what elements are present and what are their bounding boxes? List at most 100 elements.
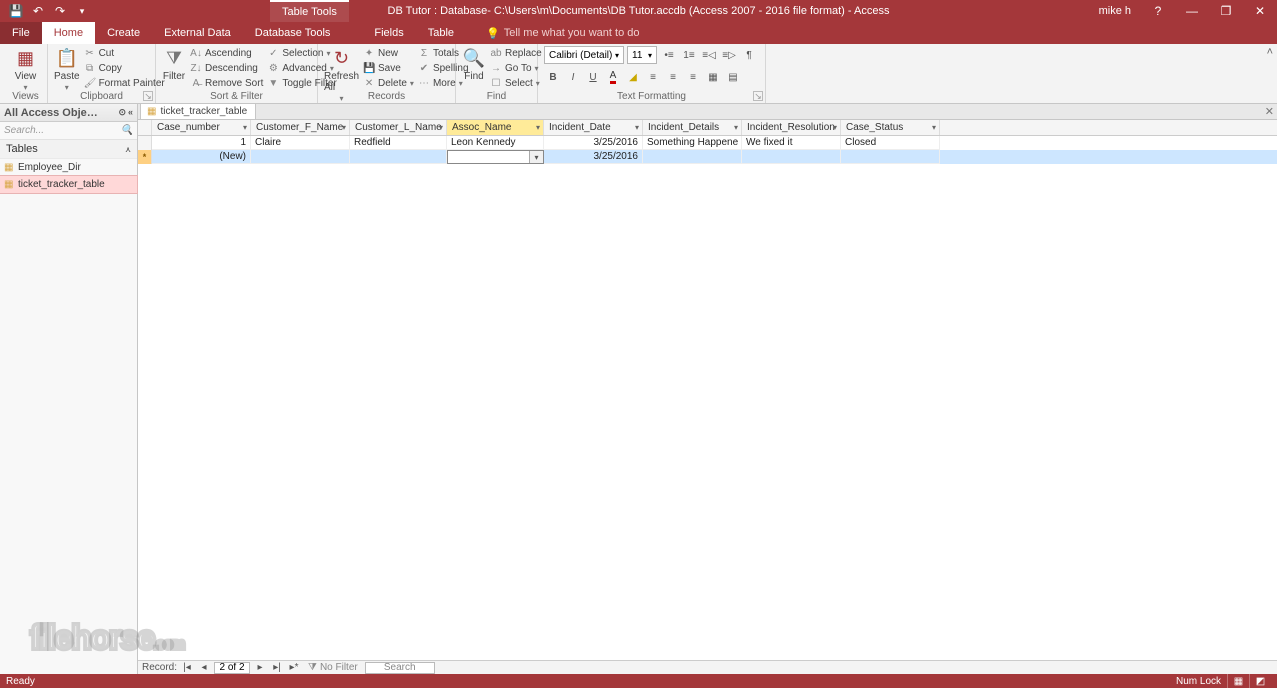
column-dropdown-icon[interactable]: ▾ <box>635 123 639 132</box>
clipboard-launcher-icon[interactable]: ↘ <box>143 91 153 101</box>
underline-button[interactable]: U <box>584 68 602 86</box>
nav-dropdown-icon[interactable]: ⊙ <box>118 107 126 118</box>
align-center-button[interactable]: ≡ <box>664 68 682 86</box>
col-case-number[interactable]: Case_number▾ <box>152 120 251 135</box>
paste-button[interactable]: 📋Paste▾ <box>54 46 80 92</box>
copy-button[interactable]: ⧉Copy <box>84 61 165 75</box>
font-color-button[interactable]: A <box>604 68 622 86</box>
cell-empty[interactable] <box>251 150 350 164</box>
ascending-button[interactable]: A↓Ascending <box>190 46 263 60</box>
col-customer-l-name[interactable]: Customer_L_Name▾ <box>350 120 447 135</box>
column-dropdown-icon[interactable]: ▾ <box>734 123 738 132</box>
replace-button[interactable]: abReplace <box>490 46 542 60</box>
save-record-button[interactable]: 💾Save <box>363 61 414 75</box>
delete-record-button[interactable]: ✕Delete▾ <box>363 76 414 90</box>
nav-pane-title[interactable]: All Access Obje… <box>4 107 98 119</box>
filter-indicator[interactable]: ⧩No Filter <box>304 662 362 673</box>
remove-sort-button[interactable]: A̶Remove Sort <box>190 76 263 90</box>
cell-customer-l-name[interactable]: Redfield <box>350 136 447 150</box>
column-dropdown-icon[interactable]: ▾ <box>342 123 346 132</box>
find-button[interactable]: 🔍Find <box>462 46 486 82</box>
italic-button[interactable]: I <box>564 68 582 86</box>
cell-case-status[interactable]: Closed <box>841 136 940 150</box>
table-row[interactable]: 1 Claire Redfield Leon Kennedy 3/25/2016… <box>138 136 1277 150</box>
save-icon[interactable]: 💾 <box>6 1 26 21</box>
cell-case-number[interactable]: 1 <box>152 136 251 150</box>
goto-button[interactable]: →Go To▾ <box>490 61 542 75</box>
select-all-cell[interactable] <box>138 120 152 135</box>
cell-empty[interactable] <box>350 150 447 164</box>
nav-category-tables[interactable]: Tables ⋏ <box>0 140 137 159</box>
col-customer-f-name[interactable]: Customer_F_Name▾ <box>251 120 350 135</box>
col-incident-resolution[interactable]: Incident_Resolution▾ <box>742 120 841 135</box>
close-button[interactable]: ✕ <box>1243 0 1277 22</box>
tab-external-data[interactable]: External Data <box>152 22 243 44</box>
gridlines-button[interactable]: ▦ <box>704 68 722 86</box>
help-icon[interactable]: ? <box>1141 0 1175 22</box>
indent-inc-icon[interactable]: ≡▷ <box>720 46 738 64</box>
cell-empty[interactable] <box>742 150 841 164</box>
column-dropdown-icon[interactable]: ▾ <box>833 123 837 132</box>
nav-collapse-icon[interactable]: « <box>128 107 133 118</box>
new-record-row[interactable]: * (New) ▾ Barry Burton Jill Valentine Le… <box>138 150 1277 164</box>
row-selector[interactable] <box>138 136 152 150</box>
cell-assoc-name[interactable]: Leon Kennedy <box>447 136 544 150</box>
tab-create[interactable]: Create <box>95 22 152 44</box>
undo-icon[interactable]: ↶ <box>28 1 48 21</box>
new-record-button[interactable]: ✦New <box>363 46 414 60</box>
bullets-icon[interactable]: •≡ <box>660 46 678 64</box>
last-record-button[interactable]: ▸| <box>270 662 284 673</box>
assoc-name-combobox[interactable]: ▾ Barry Burton Jill Valentine Leon Kenne… <box>447 150 544 164</box>
bold-button[interactable]: B <box>544 68 562 86</box>
textfmt-launcher-icon[interactable]: ↘ <box>753 91 763 101</box>
cell-customer-f-name[interactable]: Claire <box>251 136 350 150</box>
column-dropdown-icon[interactable]: ▾ <box>243 123 247 132</box>
prev-record-button[interactable]: ◂ <box>197 662 211 673</box>
text-dir-icon[interactable]: ¶ <box>740 46 758 64</box>
cell-empty[interactable] <box>841 150 940 164</box>
align-right-button[interactable]: ≡ <box>684 68 702 86</box>
nav-search-input[interactable]: Search... 🔍 <box>0 122 137 140</box>
tell-me-search[interactable]: 💡Tell me what you want to do <box>466 22 639 44</box>
nav-item-employee-dir[interactable]: ▦Employee_Dir <box>0 159 137 176</box>
numbering-icon[interactable]: 1≡ <box>680 46 698 64</box>
first-record-button[interactable]: |◂ <box>180 662 194 673</box>
tab-database-tools[interactable]: Database Tools <box>243 22 343 44</box>
document-tab[interactable]: ▦ticket_tracker_table <box>140 103 256 119</box>
collapse-ribbon-icon[interactable]: ˄ <box>1267 46 1273 58</box>
datasheet-view-btn[interactable]: ▦ <box>1227 674 1249 688</box>
cut-button[interactable]: ✂Cut <box>84 46 165 60</box>
record-search-input[interactable] <box>365 662 435 674</box>
user-name[interactable]: mike h <box>1099 5 1141 17</box>
font-size-select[interactable]: 11▾ <box>627 46 657 64</box>
column-dropdown-icon[interactable]: ▾ <box>439 123 443 132</box>
tab-table[interactable]: Table <box>416 22 466 44</box>
filter-button[interactable]: ⧩Filter <box>162 46 186 82</box>
view-button[interactable]: ▦View▾ <box>10 46 41 92</box>
align-left-button[interactable]: ≡ <box>644 68 662 86</box>
alt-row-color-button[interactable]: ▤ <box>724 68 742 86</box>
col-assoc-name[interactable]: Assoc_Name▾ <box>447 120 544 135</box>
col-incident-date[interactable]: Incident_Date▾ <box>544 120 643 135</box>
descending-button[interactable]: Z↓Descending <box>190 61 263 75</box>
tab-file[interactable]: File <box>0 22 42 44</box>
qat-dropdown-icon[interactable]: ▾ <box>72 1 92 21</box>
design-view-btn[interactable]: ◩ <box>1249 674 1271 688</box>
record-position-input[interactable] <box>214 662 250 674</box>
combobox-dropdown-button[interactable]: ▾ <box>529 151 543 163</box>
cell-incident-details[interactable]: Something Happene <box>643 136 742 150</box>
cell-incident-resolution[interactable]: We fixed it <box>742 136 841 150</box>
col-incident-details[interactable]: Incident_Details▾ <box>643 120 742 135</box>
cell-incident-date[interactable]: 3/25/2016 <box>544 136 643 150</box>
indent-dec-icon[interactable]: ≡◁ <box>700 46 718 64</box>
next-record-button[interactable]: ▸ <box>253 662 267 673</box>
font-family-select[interactable]: Calibri (Detail)▾ <box>544 46 624 64</box>
redo-icon[interactable]: ↷ <box>50 1 70 21</box>
cell-new-case-number[interactable]: (New) <box>152 150 251 164</box>
new-row-indicator-icon[interactable]: * <box>138 150 152 164</box>
cell-new-incident-date[interactable]: 3/25/2016 <box>544 150 643 164</box>
format-painter-button[interactable]: 🖌Format Painter <box>84 76 165 90</box>
tab-fields[interactable]: Fields <box>362 22 415 44</box>
column-dropdown-icon[interactable]: ▾ <box>536 123 540 132</box>
fill-color-button[interactable]: ◢ <box>624 68 642 86</box>
